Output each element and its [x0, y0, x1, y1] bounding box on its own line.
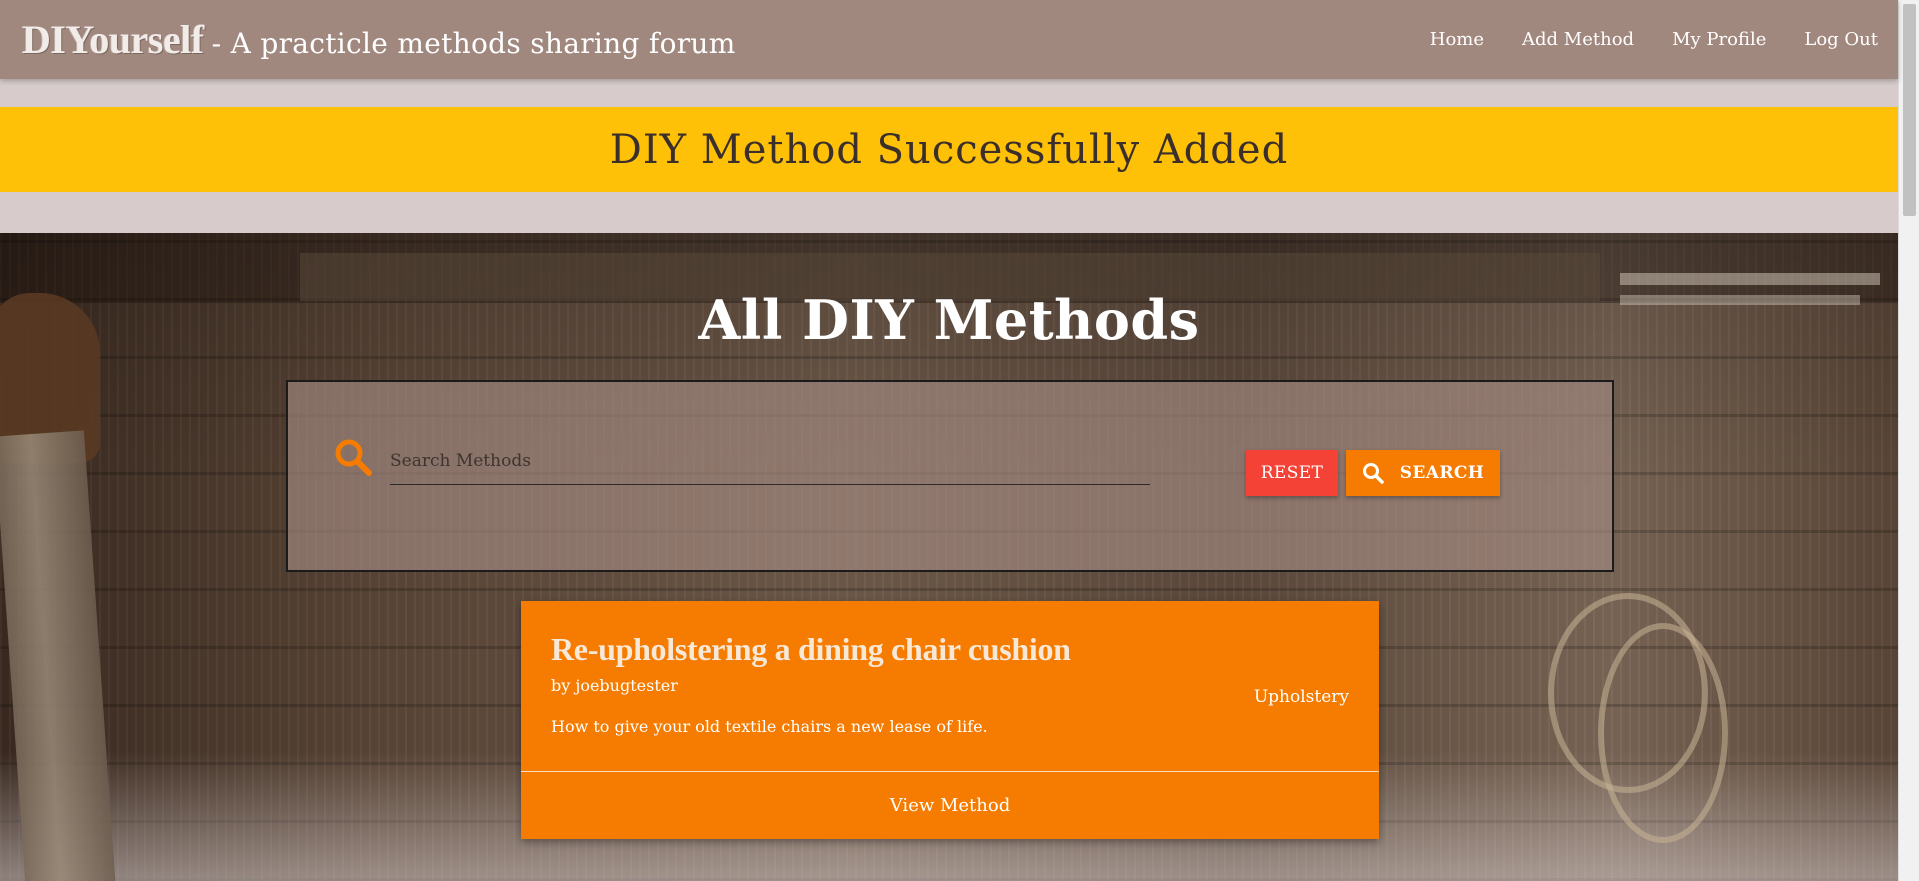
- rope-decor: [1598, 623, 1728, 843]
- page-title: All DIY Methods: [698, 288, 1200, 352]
- saw-blade-decor: [0, 430, 116, 881]
- nav-add-method-link[interactable]: Add Method: [1522, 29, 1634, 50]
- brand: DIYourself - A practicle methods sharing…: [22, 16, 736, 63]
- search-card: RESET SEARCH: [286, 380, 1614, 572]
- brand-tagline: - A practicle methods sharing forum: [211, 27, 736, 60]
- nav-my-profile-link[interactable]: My Profile: [1672, 29, 1766, 50]
- search-button-icon: [1362, 463, 1384, 484]
- search-button[interactable]: SEARCH: [1346, 450, 1500, 496]
- top-navbar: DIYourself - A practicle methods sharing…: [0, 0, 1898, 79]
- method-description: How to give your old textile chairs a ne…: [551, 717, 988, 736]
- reset-button[interactable]: RESET: [1246, 450, 1338, 496]
- method-category: Upholstery: [1253, 687, 1349, 707]
- search-input[interactable]: [390, 437, 1150, 485]
- search-button-label: SEARCH: [1399, 463, 1485, 483]
- nav-links: Home Add Method My Profile Log Out: [1430, 29, 1878, 50]
- nav-home-link[interactable]: Home: [1430, 29, 1484, 50]
- method-author: by joebugtester: [551, 676, 678, 695]
- page-scrollbar[interactable]: [1898, 0, 1919, 881]
- method-card: Re-upholstering a dining chair cushion b…: [521, 601, 1379, 839]
- method-title: Re-upholstering a dining chair cushion: [551, 631, 1071, 667]
- nav-log-out-link[interactable]: Log Out: [1804, 29, 1878, 50]
- brand-logo[interactable]: DIYourself: [22, 16, 204, 63]
- scrollbar-thumb[interactable]: [1903, 4, 1916, 216]
- view-method-link[interactable]: View Method: [521, 772, 1379, 839]
- background-plank: [1620, 273, 1880, 285]
- flash-banner: DIY Method Successfully Added: [0, 107, 1898, 192]
- hero-section: All DIY Methods RESET SEARCH Re-upholste…: [0, 233, 1898, 881]
- flash-message: DIY Method Successfully Added: [609, 126, 1289, 173]
- search-icon: [335, 439, 372, 476]
